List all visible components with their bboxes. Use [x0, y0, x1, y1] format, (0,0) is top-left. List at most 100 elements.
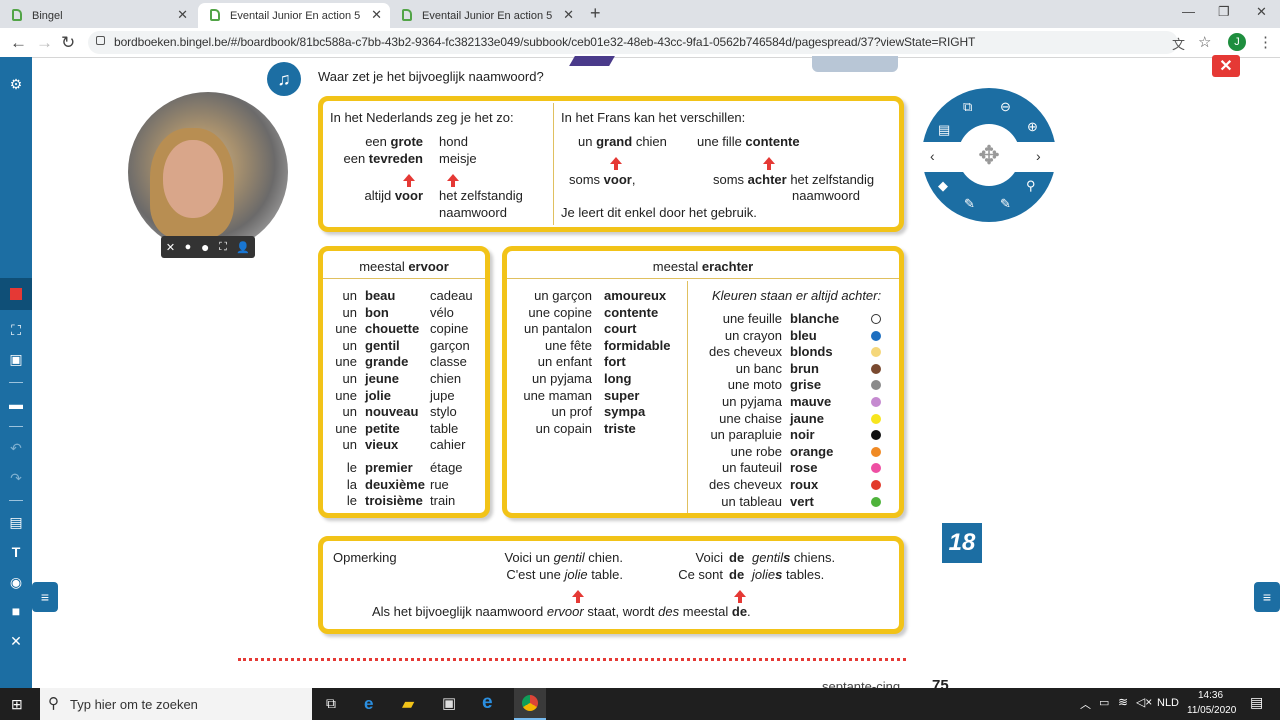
- search-placeholder[interactable]: Typ hier om te zoeken: [70, 697, 198, 712]
- avatar[interactable]: J: [1228, 33, 1246, 51]
- language-indicator[interactable]: NLD: [1157, 697, 1179, 709]
- article-de: de: [729, 567, 745, 582]
- fullscreen-icon[interactable]: ⛶: [8, 322, 24, 339]
- zoom-out-icon[interactable]: ⊖: [1000, 99, 1011, 115]
- close-icon[interactable]: ✕: [166, 241, 175, 254]
- adjective: vieux: [365, 437, 399, 453]
- forward-icon[interactable]: →: [36, 33, 53, 53]
- chevron-right-icon[interactable]: ›: [1036, 148, 1041, 164]
- tab-title: Eventail Junior En action 5: [422, 9, 553, 22]
- document-icon[interactable]: ▤: [8, 514, 24, 531]
- translate-icon[interactable]: 文: [1172, 34, 1185, 53]
- undo-icon[interactable]: ↶: [8, 440, 24, 457]
- example-line: jolies tables.: [752, 567, 824, 582]
- tab-bingel[interactable]: Bingel ✕: [0, 3, 196, 28]
- chrome-taskbar-button[interactable]: [514, 688, 546, 720]
- clock-time[interactable]: 14:36: [1198, 690, 1223, 701]
- minimize-icon[interactable]: —: [1182, 4, 1195, 19]
- folder-icon[interactable]: ▬: [8, 396, 24, 412]
- text-icon[interactable]: T: [8, 544, 24, 560]
- back-icon[interactable]: ←: [10, 33, 27, 53]
- settings-icon[interactable]: ⚙: [8, 76, 24, 93]
- file-explorer-icon[interactable]: ▰: [402, 694, 414, 714]
- fullscreen-icon[interactable]: ⛶: [219, 241, 227, 254]
- menu-icon[interactable]: ⋮: [1258, 33, 1273, 51]
- remark-box: Opmerking Voici un gentil chien. C'est u…: [318, 536, 904, 634]
- left-panel-toggle[interactable]: ≡: [32, 582, 58, 612]
- noun: un tableau: [721, 493, 782, 509]
- french-title: In het Frans kan het verschillen:: [561, 110, 746, 125]
- noun: jupe: [430, 387, 455, 403]
- record-button[interactable]: [0, 278, 32, 310]
- zoom-in-icon[interactable]: ⊕: [1027, 119, 1038, 135]
- tab-eventail-2[interactable]: Eventail Junior En action 5 ✕: [390, 3, 582, 28]
- music-icon[interactable]: ♫: [267, 62, 301, 96]
- windows-start-icon[interactable]: ⊞: [11, 696, 23, 713]
- search-icon[interactable]: ⚲: [1026, 178, 1036, 194]
- noun: un parapluie: [710, 427, 782, 443]
- volume-icon[interactable]: ◁×: [1136, 695, 1152, 709]
- internet-explorer-icon[interactable]: e: [482, 692, 493, 714]
- text: staat, wordt: [583, 604, 659, 619]
- task-view-icon[interactable]: ⧉: [326, 695, 336, 712]
- noun: classe: [430, 354, 467, 370]
- adjective: beau: [365, 288, 396, 303]
- close-tab-icon[interactable]: ✕: [371, 7, 382, 23]
- right-panel-toggle[interactable]: ≡: [1254, 582, 1280, 612]
- clock-date[interactable]: 11/05/2020: [1187, 705, 1236, 716]
- arrow-up-icon: [447, 174, 459, 187]
- notes-icon[interactable]: ▤: [938, 122, 950, 138]
- adjective: grande: [365, 354, 409, 370]
- remark-label: Opmerking: [333, 550, 397, 565]
- battery-icon[interactable]: ▭: [1099, 696, 1109, 709]
- color-adjective: jaune: [790, 410, 824, 426]
- close-button[interactable]: ✕: [1212, 55, 1240, 77]
- marker-icon[interactable]: ✎: [1000, 196, 1011, 212]
- sitemap-icon[interactable]: ⧉: [963, 99, 972, 115]
- store-icon[interactable]: ▣: [442, 694, 456, 712]
- noun: une maman: [523, 387, 592, 403]
- move-icon[interactable]: ✥: [958, 124, 1020, 186]
- eraser-icon[interactable]: ◆: [938, 178, 948, 194]
- nl-example: een tevreden: [333, 151, 423, 166]
- notifications-icon[interactable]: ▤: [1250, 694, 1263, 711]
- article: la: [346, 476, 357, 492]
- dotted-line: [238, 658, 906, 661]
- calendar-icon[interactable]: ▣: [8, 351, 24, 368]
- tools-icon[interactable]: ✕: [8, 633, 24, 650]
- maximize-icon[interactable]: ❐: [1218, 4, 1230, 20]
- person-icon[interactable]: 👤: [236, 241, 250, 254]
- adjective: gentil: [752, 550, 784, 565]
- close-tab-icon[interactable]: ✕: [177, 7, 188, 23]
- rule-text: soms: [569, 172, 604, 187]
- whiteboard-icon[interactable]: ■: [8, 603, 24, 619]
- tray-chevron-icon[interactable]: ︿: [1080, 696, 1091, 712]
- keyword: ervoor: [546, 604, 584, 619]
- tab-eventail-1[interactable]: Eventail Junior En action 5 ✕: [198, 3, 390, 28]
- reload-icon[interactable]: ↻: [61, 33, 75, 53]
- redo-icon[interactable]: ↷: [8, 470, 24, 487]
- before-noun-box: meestal ervoor un beau cadeau un bon vélo une c…: [318, 246, 490, 518]
- arrow-up-icon: [763, 157, 775, 170]
- url-text[interactable]: bordboeken.bingel.be/#/boardbook/81bc588…: [114, 35, 975, 49]
- fr-example: un grand chien: [578, 134, 667, 149]
- color-swatch: [871, 496, 881, 507]
- new-tab-icon[interactable]: +: [590, 3, 601, 24]
- close-tab-icon[interactable]: ✕: [563, 7, 574, 23]
- close-window-icon[interactable]: ✕: [1256, 4, 1267, 20]
- chevron-left-icon[interactable]: ‹: [930, 148, 935, 164]
- pen-icon[interactable]: ✎: [964, 196, 975, 212]
- adjective: jeune: [365, 371, 399, 386]
- noun: un pantalon: [524, 321, 592, 337]
- noun: un crayon: [724, 327, 782, 343]
- record-icon: [10, 288, 22, 300]
- arrow-up-icon: [403, 174, 415, 187]
- wifi-icon[interactable]: ≋: [1118, 695, 1128, 709]
- camera-icon[interactable]: ◉: [8, 574, 24, 591]
- lock-icon: [96, 36, 105, 45]
- small-dot-icon[interactable]: ●: [185, 241, 192, 253]
- star-icon[interactable]: ☆: [1198, 33, 1211, 51]
- noun: un prof: [551, 404, 592, 420]
- edge-icon[interactable]: e: [364, 694, 373, 714]
- large-dot-icon[interactable]: ●: [201, 239, 209, 255]
